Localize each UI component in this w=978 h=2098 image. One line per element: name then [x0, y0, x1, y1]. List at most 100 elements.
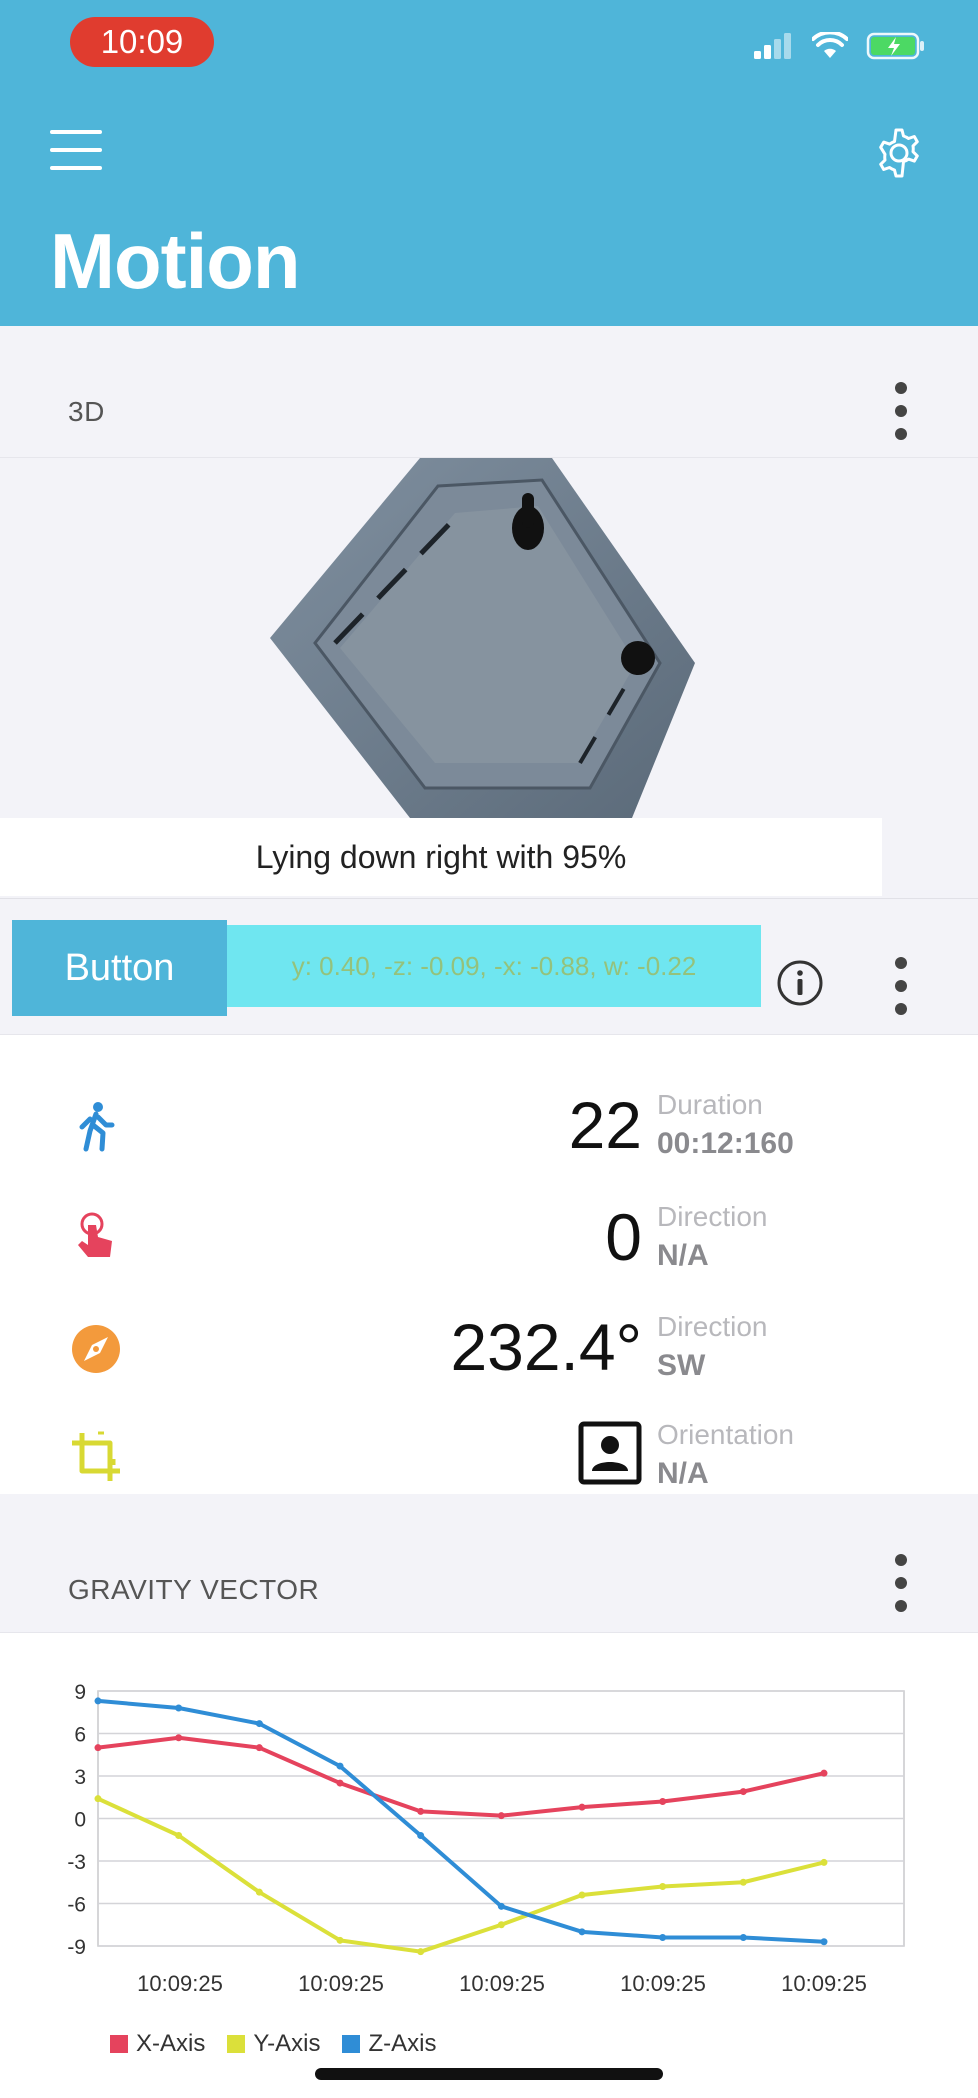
stat-sub: N/A — [657, 1457, 709, 1490]
data-point — [497, 1902, 505, 1910]
data-point — [739, 1878, 747, 1886]
device-3d-model — [270, 458, 695, 818]
more-options-icon[interactable] — [886, 1554, 916, 1612]
data-point — [578, 1928, 586, 1936]
data-point — [336, 1762, 344, 1770]
info-icon[interactable] — [776, 959, 824, 1007]
more-options-icon[interactable] — [886, 957, 916, 1015]
data-point — [659, 1934, 667, 1941]
battery-charging-icon — [866, 32, 924, 60]
status-time: 10:09 — [70, 17, 214, 67]
data-point — [255, 1744, 263, 1752]
stat-row-taps: 0 Direction N/A — [0, 1183, 978, 1293]
data-point — [175, 1734, 183, 1742]
y-tick-label: -9 — [67, 1936, 86, 1959]
action-button[interactable]: Button — [12, 920, 227, 1016]
y-tick-label: 3 — [74, 1766, 86, 1789]
x-tick-label: 10:09:25 — [620, 1971, 706, 1996]
stat-value: 0 — [605, 1200, 642, 1274]
stat-sub: SW — [657, 1349, 706, 1382]
stat-value: 232.4° — [450, 1310, 642, 1384]
stat-row-steps: 22 Duration 00:12:160 — [0, 1071, 978, 1181]
data-point — [578, 1891, 586, 1899]
data-point — [578, 1803, 586, 1811]
stat-row-heading: 232.4° Direction SW — [0, 1293, 978, 1403]
orientation-caption: Lying down right with 95% — [0, 818, 882, 896]
hamburger-menu-icon[interactable] — [50, 130, 102, 170]
gravity-chart-area: 9 6 3 0 -3 -6 -9 10:09:25 10:09:25 10:09:25 10:09:… — [0, 1632, 978, 2098]
stat-sub: N/A — [657, 1239, 709, 1272]
x-tick-label: 10:09:25 — [781, 1971, 867, 1996]
legend-item-z: Z-Axis — [342, 2030, 436, 2058]
data-point — [94, 1697, 102, 1705]
legend-swatch — [342, 2035, 361, 2053]
data-point — [336, 1936, 344, 1944]
signal-icon — [754, 33, 791, 59]
page-title: Motion — [50, 217, 301, 305]
data-point — [336, 1779, 344, 1787]
data-point — [417, 1832, 425, 1839]
y-tick-label: -3 — [67, 1851, 86, 1874]
data-point — [94, 1744, 102, 1752]
3d-view: Lying down right with 95% — [0, 457, 978, 897]
data-point — [820, 1769, 828, 1777]
stat-value: 22 — [568, 1088, 642, 1162]
data-point — [497, 1812, 505, 1820]
x-tick-label: 10:09:25 — [298, 1971, 384, 1996]
stats-list: 22 Duration 00:12:160 0 Direction N/A 23… — [0, 1034, 978, 1494]
series-line-y-axis — [97, 1796, 825, 1954]
quaternion-field[interactable]: y: 0.40, -z: -0.09, -x: -0.88, w: -0.22 — [227, 925, 761, 1007]
stat-label: Orientation — [657, 1419, 794, 1450]
data-point — [659, 1883, 667, 1890]
legend-item-x: X-Axis — [110, 2030, 205, 2058]
stat-label: Direction — [657, 1311, 768, 1342]
y-tick-label: 0 — [74, 1809, 86, 1832]
legend-swatch — [110, 2035, 128, 2053]
data-point — [820, 1858, 828, 1866]
data-point — [255, 1888, 263, 1896]
more-options-icon[interactable] — [886, 382, 916, 440]
data-point — [820, 1938, 828, 1946]
x-tick-label: 10:09:25 — [137, 1971, 223, 1996]
data-point — [417, 1948, 425, 1956]
stat-sub: 00:12:160 — [657, 1127, 794, 1160]
legend-item-y: Y-Axis — [227, 2030, 320, 2058]
stat-label: Duration — [657, 1089, 763, 1120]
section-3d-title: 3D — [68, 396, 105, 427]
legend-swatch — [227, 2035, 246, 2053]
data-point — [94, 1795, 102, 1803]
legend-label: Z-Axis — [368, 2030, 437, 2057]
app-header: 10:09 Motion — [0, 0, 978, 326]
section-gravity-header: GRAVITY VECTOR — [0, 1494, 978, 1624]
chart-legend: X-Axis Y-Axis Z-Axis — [110, 2030, 436, 2058]
compass-icon — [72, 1325, 120, 1373]
stat-label: Direction — [657, 1201, 768, 1232]
data-point — [175, 1704, 183, 1712]
wifi-icon — [812, 32, 848, 58]
y-tick-label: -6 — [67, 1894, 86, 1917]
data-point — [739, 1934, 747, 1941]
portrait-orientation-icon — [578, 1421, 642, 1485]
y-tick-label: 9 — [74, 1681, 86, 1704]
gear-icon[interactable] — [872, 126, 926, 180]
crop-rotate-icon — [72, 1431, 120, 1481]
button-row: Button y: 0.40, -z: -0.09, -x: -0.88, w:… — [0, 898, 978, 1034]
x-tick-label: 10:09:25 — [459, 1971, 545, 1996]
legend-label: X-Axis — [136, 2030, 206, 2057]
data-point — [659, 1798, 667, 1805]
series-line-z-axis — [97, 1698, 825, 1944]
gravity-line-chart: 9 6 3 0 -3 -6 -9 10:09:25 10:09:25 10:09:25 10:09:… — [67, 1681, 905, 1996]
data-point — [739, 1788, 747, 1796]
data-point — [255, 1720, 263, 1728]
tap-hand-icon — [78, 1212, 112, 1257]
data-point — [175, 1832, 183, 1839]
legend-label: Y-Axis — [253, 2030, 321, 2057]
section-3d-header: 3D — [0, 326, 978, 456]
data-point — [497, 1921, 505, 1929]
y-tick-label: 6 — [74, 1724, 86, 1747]
data-point — [417, 1807, 425, 1815]
home-indicator — [315, 2068, 663, 2080]
section-gravity-title: GRAVITY VECTOR — [68, 1574, 320, 1605]
walking-person-icon — [79, 1102, 115, 1152]
status-icons — [754, 32, 926, 60]
